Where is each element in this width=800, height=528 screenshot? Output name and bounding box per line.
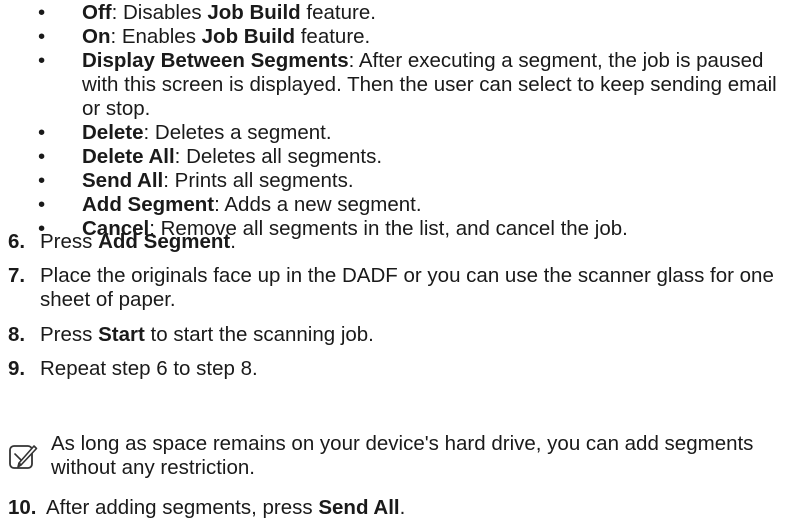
- bullet: •: [38, 121, 46, 144]
- option-list: • Off: Disables Job Build feature. • On:…: [38, 1, 788, 241]
- option-term: Delete All: [82, 145, 175, 168]
- step-number: 10.: [8, 496, 37, 519]
- option-item-add-segment: • Add Segment: Adds a new segment.: [38, 193, 422, 216]
- step-number: 7.: [8, 264, 26, 287]
- bullet: •: [38, 25, 46, 48]
- bullet: •: [38, 193, 46, 216]
- note-pencil-icon: [9, 445, 38, 469]
- bullet: •: [38, 145, 46, 168]
- step-7: 7. Place the originals face up in the DA…: [8, 264, 774, 311]
- option-item-delete-all: • Delete All: Deletes all segments.: [38, 145, 383, 168]
- bullet: •: [38, 169, 46, 192]
- step-number: 9.: [8, 357, 26, 380]
- step-number: 8.: [8, 323, 26, 346]
- option-term: On: [82, 25, 111, 48]
- option-item-display-between-segments: • Display Between Segments: After execut…: [38, 49, 777, 120]
- note: As long as space remains on your device'…: [8, 432, 788, 480]
- step-8: 8. Press Start to start the scanning job…: [8, 323, 374, 346]
- option-item-off: • Off: Disables Job Build feature.: [38, 1, 376, 24]
- option-term: Delete: [82, 121, 144, 144]
- option-item-delete: • Delete: Deletes a segment.: [38, 121, 332, 144]
- bullet: •: [38, 1, 46, 24]
- note-text: As long as space remains on your device'…: [51, 432, 754, 479]
- step-number: 6.: [8, 230, 26, 253]
- step-9: 9. Repeat step 6 to step 8.: [8, 357, 258, 380]
- option-item-send-all: • Send All: Prints all segments.: [38, 169, 354, 192]
- option-item-on: • On: Enables Job Build feature.: [38, 25, 371, 48]
- option-term: Off: [82, 1, 112, 24]
- bullet: •: [38, 49, 46, 72]
- option-term: Add Segment: [82, 193, 215, 216]
- step-6: 6. Press Add Segment.: [8, 230, 236, 253]
- option-term: Send All: [82, 169, 164, 192]
- step-10: 10. After adding segments, press Send Al…: [8, 496, 406, 519]
- option-term: Display Between Segments: [82, 49, 349, 72]
